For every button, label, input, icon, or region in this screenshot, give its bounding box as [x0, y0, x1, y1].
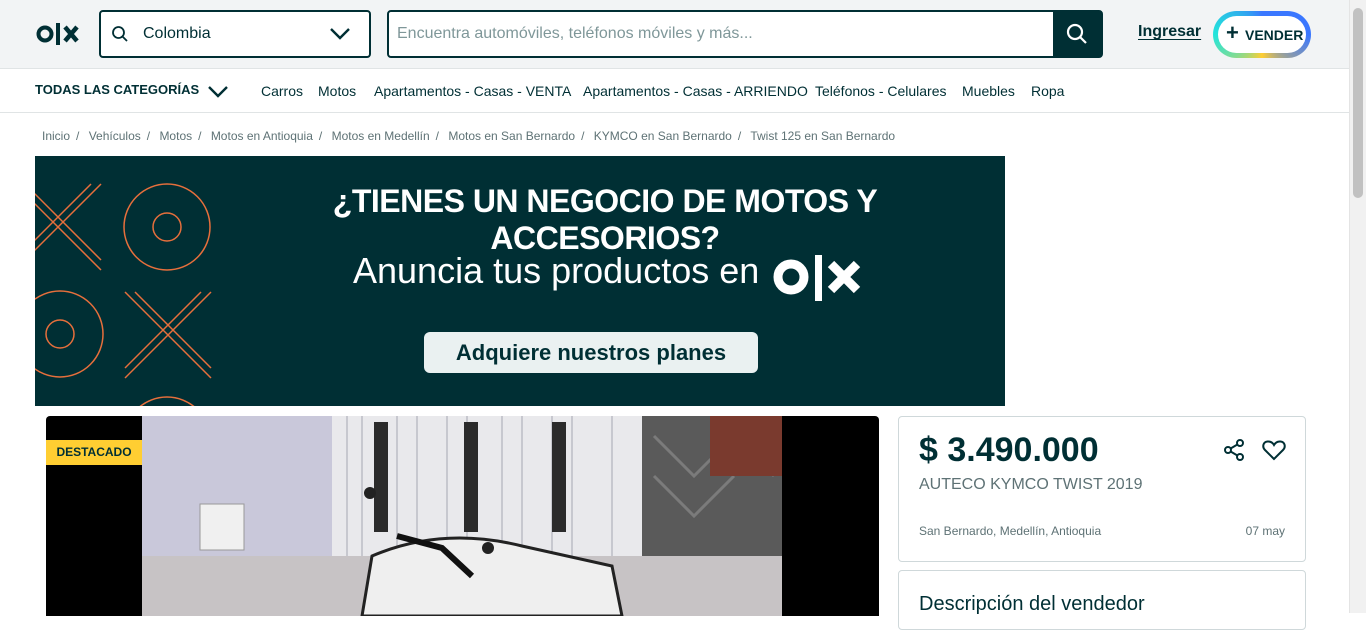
sell-label: VENDER [1245, 27, 1304, 43]
olx-pattern-decoration [35, 183, 212, 406]
listing-title: AUTECO KYMCO TWIST 2019 [919, 476, 1143, 493]
search-bar [387, 10, 1103, 58]
location-selector[interactable]: Colombia [99, 10, 371, 58]
listing-date: 07 may [1245, 524, 1285, 538]
login-link[interactable]: Ingresar [1138, 23, 1201, 41]
listing-photo[interactable] [142, 416, 782, 616]
chevron-down-icon[interactable] [329, 26, 351, 42]
top-bar: Colombia Ingresar + VENDER [0, 0, 1349, 69]
plus-icon: + [1226, 20, 1239, 45]
listing-price: $ 3.490.000 [919, 431, 1099, 469]
category-bar: TODAS LAS CATEGORÍAS Carros Motos Aparta… [0, 69, 1349, 113]
location-value: Colombia [143, 25, 211, 42]
banner-headline: ¿TIENES UN NEGOCIO DE MOTOS Y ACCESORIOS… [332, 183, 878, 256]
category-link-apartamentos-arriendo[interactable]: Apartamentos - Casas - ARRIENDO [583, 83, 808, 99]
featured-badge: DESTACADO [46, 440, 142, 465]
page-scrollbar[interactable] [1349, 0, 1366, 613]
category-link-telefonos[interactable]: Teléfonos - Celulares [815, 83, 947, 99]
breadcrumb-item[interactable]: KYMCO en San Bernardo [594, 129, 732, 143]
share-icon[interactable] [1222, 438, 1246, 462]
search-icon [1066, 23, 1087, 44]
all-categories-label: TODAS LAS CATEGORÍAS [35, 82, 200, 97]
category-link-carros[interactable]: Carros [261, 83, 303, 99]
olx-logo[interactable] [36, 20, 82, 48]
chevron-down-icon [208, 86, 228, 98]
sell-button[interactable]: + VENDER [1213, 11, 1311, 58]
category-link-ropa[interactable]: Ropa [1031, 83, 1064, 99]
search-icon [112, 26, 128, 42]
heart-icon[interactable] [1262, 439, 1286, 461]
sell-button-inner[interactable]: + VENDER [1218, 16, 1306, 53]
listing-location: San Bernardo, Medellín, Antioquia [919, 524, 1102, 538]
banner-subline: Anuncia tus productos en [353, 250, 760, 291]
all-categories-button[interactable]: TODAS LAS CATEGORÍAS [35, 82, 228, 98]
breadcrumb-current: Twist 125 en San Bernardo [750, 129, 896, 143]
banner-cta-button[interactable]: Adquiere nuestros planes [424, 332, 758, 373]
breadcrumb-item[interactable]: Vehículos [89, 129, 141, 143]
seller-description-card: Descripción del vendedor [898, 570, 1306, 630]
scrollbar-thumb[interactable] [1353, 8, 1363, 198]
breadcrumb-item[interactable]: Motos [159, 129, 192, 143]
image-gallery[interactable]: DESTACADO [46, 416, 879, 616]
breadcrumb-item[interactable]: Inicio [42, 129, 70, 143]
search-button[interactable] [1053, 12, 1101, 56]
category-link-muebles[interactable]: Muebles [962, 83, 1015, 99]
search-input[interactable] [397, 12, 1052, 56]
category-link-motos[interactable]: Motos [318, 83, 356, 99]
breadcrumb: Inicio / Vehículos / Motos / Motos en Antio… [42, 129, 896, 143]
promo-banner[interactable]: ¿TIENES UN NEGOCIO DE MOTOS Y ACCESORIOS… [35, 156, 1005, 406]
price-card: $ 3.490.000 AUTECO KYMCO TWIST 2019 San … [898, 416, 1306, 562]
category-link-apartamentos-venta[interactable]: Apartamentos - Casas - VENTA [374, 83, 571, 99]
breadcrumb-item[interactable]: Motos en San Bernardo [448, 129, 575, 143]
breadcrumb-item[interactable]: Motos en Antioquia [211, 129, 313, 143]
breadcrumb-item[interactable]: Motos en Medellín [332, 129, 430, 143]
olx-logo [773, 255, 861, 301]
